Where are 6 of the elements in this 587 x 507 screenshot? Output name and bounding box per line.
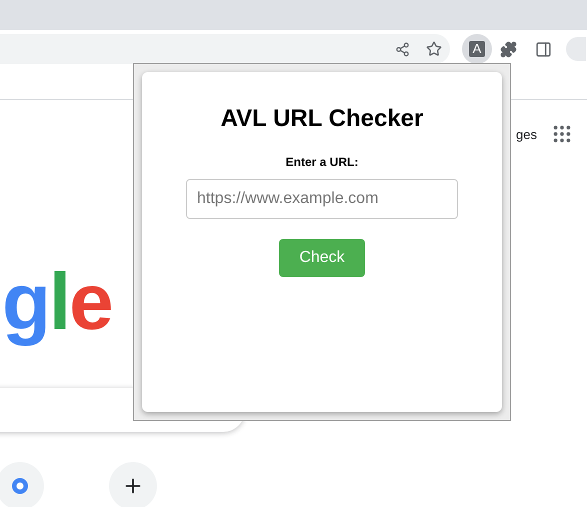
extension-button[interactable]: A bbox=[462, 34, 492, 64]
popup-title: AVL URL Checker bbox=[220, 105, 424, 133]
url-label: Enter a URL: bbox=[286, 155, 358, 169]
url-input[interactable]: https://www.example.com bbox=[186, 179, 458, 219]
header-link[interactable]: ges bbox=[516, 126, 537, 142]
logo: gle bbox=[2, 256, 112, 348]
